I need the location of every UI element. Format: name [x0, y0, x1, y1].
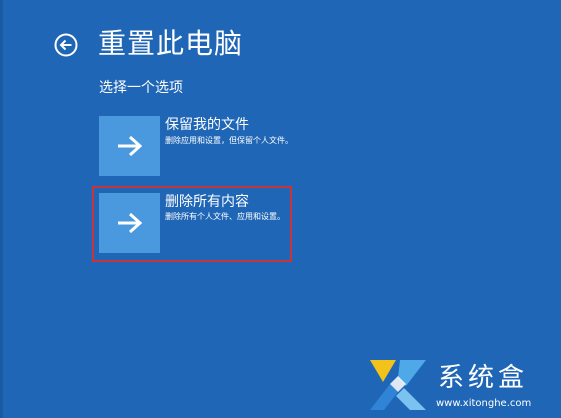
watermark-url: www.xitonghe.com: [436, 398, 532, 409]
left-edge-shade: [0, 0, 3, 418]
back-button[interactable]: [54, 33, 78, 57]
watermark-name: 系统盒: [438, 363, 529, 393]
option-description: 删除应用和设置，但保留个人文件。: [165, 136, 293, 145]
option-description: 删除所有个人文件、应用和设置。: [165, 212, 285, 221]
option-tile[interactable]: [99, 193, 160, 253]
arrow-right-icon: [117, 135, 142, 157]
page-subtitle: 选择一个选项: [99, 80, 183, 96]
option-remove-everything[interactable]: 删除所有内容 删除所有个人文件、应用和设置。: [92, 186, 292, 262]
option-tile[interactable]: [99, 116, 160, 176]
back-arrow-circle-icon: [54, 33, 78, 57]
arrow-right-icon: [117, 212, 142, 234]
xitonghe-logo-icon: [370, 360, 426, 410]
option-title: 保留我的文件: [165, 117, 249, 133]
option-keep-my-files[interactable]: 保留我的文件 删除应用和设置，但保留个人文件。: [93, 110, 293, 184]
option-title: 删除所有内容: [165, 194, 249, 210]
page-title: 重置此电脑: [98, 27, 244, 60]
